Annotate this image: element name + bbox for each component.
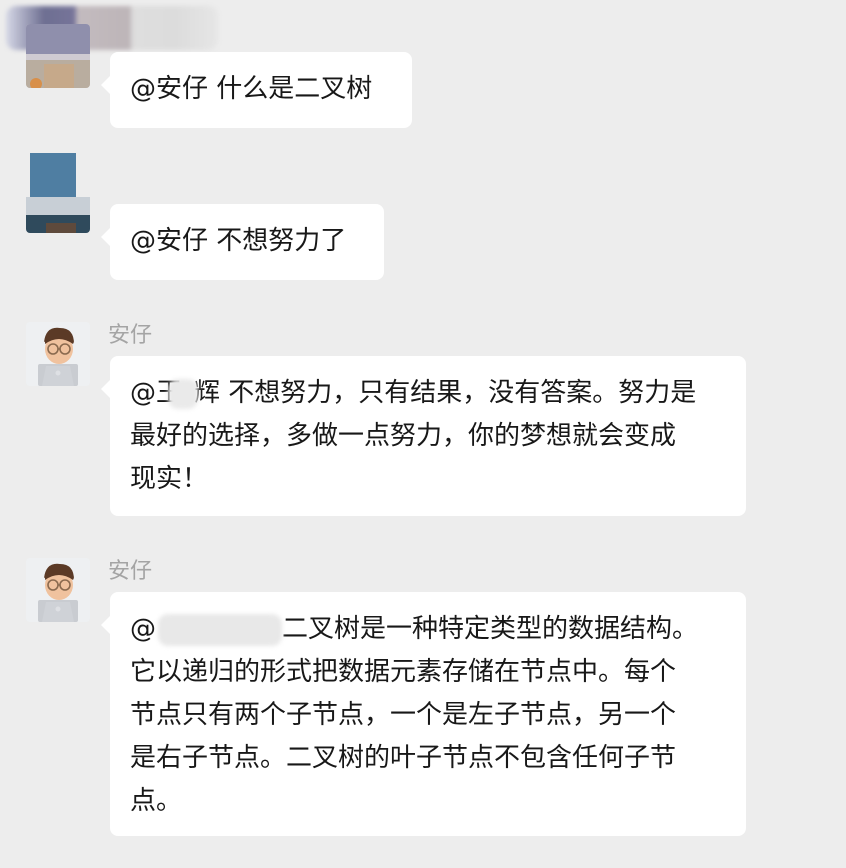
user-avatar-icon <box>26 24 90 88</box>
message-line: @ 二叉树是一种特定类型的数据结构。 <box>130 608 726 651</box>
message-line: 点。 <box>130 786 183 816</box>
message-line: 现实！ <box>130 464 209 494</box>
message-text: 二叉树是一种特定类型的数据结构。 <box>282 614 699 644</box>
sender-name: 安仔 <box>108 323 153 348</box>
message-line: 最好的选择，多做一点努力，你的梦想就会变成 <box>130 421 677 451</box>
message-bubble[interactable]: @ 二叉树是一种特定类型的数据结构。 它以递归的形式把数据元素存储在节点中。每个 … <box>101 592 746 836</box>
sender-name: 安仔 <box>108 559 153 584</box>
message-text: @安仔 不想努力了 <box>130 226 347 256</box>
memoji-laptop-icon <box>26 322 90 386</box>
message-line: 是右子节点。二叉树的叶子节点不包含任何子节 <box>130 743 677 773</box>
message-bubble[interactable]: @王辉 不想努力，只有结果，没有答案。努力是 最好的选择，多做一点努力，你的梦想… <box>101 356 746 516</box>
message-text: 辉 不想努力，只有结果，没有答案。努力是 <box>194 378 697 408</box>
message-line: 节点只有两个子节点，一个是左子节点，另一个 <box>130 700 677 730</box>
avatar[interactable] <box>26 558 90 622</box>
message-bubble[interactable]: @安仔 不想努力了 <box>101 204 384 280</box>
message-line: @王辉 不想努力，只有结果，没有答案。努力是 <box>130 372 726 415</box>
avatar[interactable] <box>26 24 90 88</box>
avatar[interactable] <box>26 153 90 233</box>
user-avatar-icon <box>26 153 90 233</box>
message-bubble[interactable]: @安仔 什么是二叉树 <box>101 52 412 128</box>
blurred-name <box>168 378 199 409</box>
message-text: @安仔 什么是二叉树 <box>130 74 373 104</box>
mention-prefix: @ <box>130 614 156 644</box>
avatar[interactable] <box>26 322 90 386</box>
message-line: 它以递归的形式把数据元素存储在节点中。每个 <box>130 657 677 687</box>
blurred-name <box>158 613 282 646</box>
memoji-laptop-icon <box>26 558 90 622</box>
